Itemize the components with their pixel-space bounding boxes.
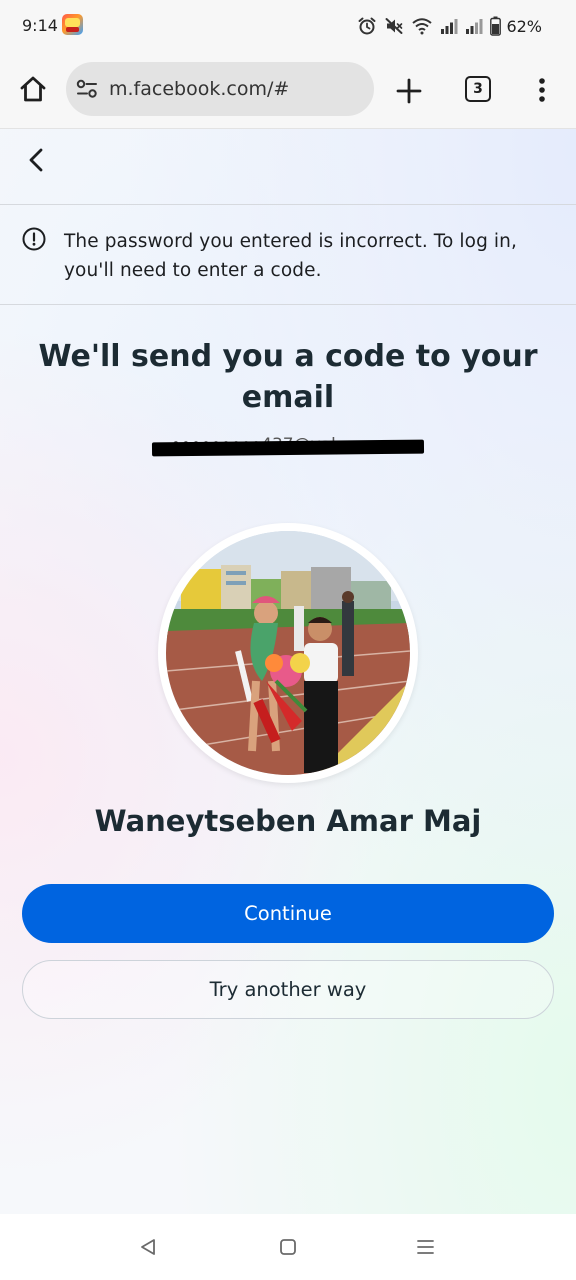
- try-another-way-button[interactable]: Try another way: [22, 960, 554, 1019]
- status-icons: 62%: [350, 14, 542, 38]
- system-nav-bar: [0, 1214, 576, 1280]
- avatar: [166, 531, 410, 775]
- divider: [0, 304, 576, 305]
- tune-icon[interactable]: [76, 79, 98, 99]
- back-triangle-icon[interactable]: [139, 1238, 157, 1256]
- tab-switcher-button[interactable]: 3: [465, 76, 491, 102]
- divider: [0, 204, 576, 205]
- recents-lines-icon[interactable]: [416, 1238, 435, 1256]
- home-square-icon[interactable]: [279, 1238, 297, 1256]
- battery-percent: 62%: [506, 16, 542, 36]
- wifi-icon: [411, 17, 433, 35]
- signal-icon: [465, 17, 483, 35]
- status-bar: 9:14 62%: [0, 0, 576, 52]
- address-bar[interactable]: m.facebook.com/#: [66, 62, 374, 116]
- alarm-icon: [357, 16, 377, 36]
- browser-toolbar: m.facebook.com/# 3: [0, 52, 576, 129]
- status-time: 9:14: [22, 16, 58, 35]
- avatar-frame: [158, 523, 418, 783]
- profile-name: Waneytseben Amar Maj: [94, 804, 482, 838]
- info-circle-icon: [22, 227, 46, 251]
- url-text[interactable]: m.facebook.com/#: [109, 78, 289, 100]
- more-vertical-icon[interactable]: [532, 76, 552, 106]
- battery-icon: [490, 16, 502, 36]
- chevron-left-icon[interactable]: [22, 145, 52, 175]
- page-title: We'll send you a code to your email: [38, 339, 538, 415]
- mute-icon: [384, 16, 404, 36]
- redaction-bar: [151, 439, 425, 457]
- home-icon[interactable]: [18, 74, 48, 104]
- game-app-icon: [62, 14, 83, 35]
- continue-button[interactable]: Continue: [22, 884, 554, 943]
- error-notice: The password you entered is incorrect. T…: [64, 231, 517, 281]
- plus-icon[interactable]: [396, 78, 422, 104]
- signal-icon: [440, 17, 458, 35]
- login-code-page: The password you entered is incorrect. T…: [0, 129, 576, 1214]
